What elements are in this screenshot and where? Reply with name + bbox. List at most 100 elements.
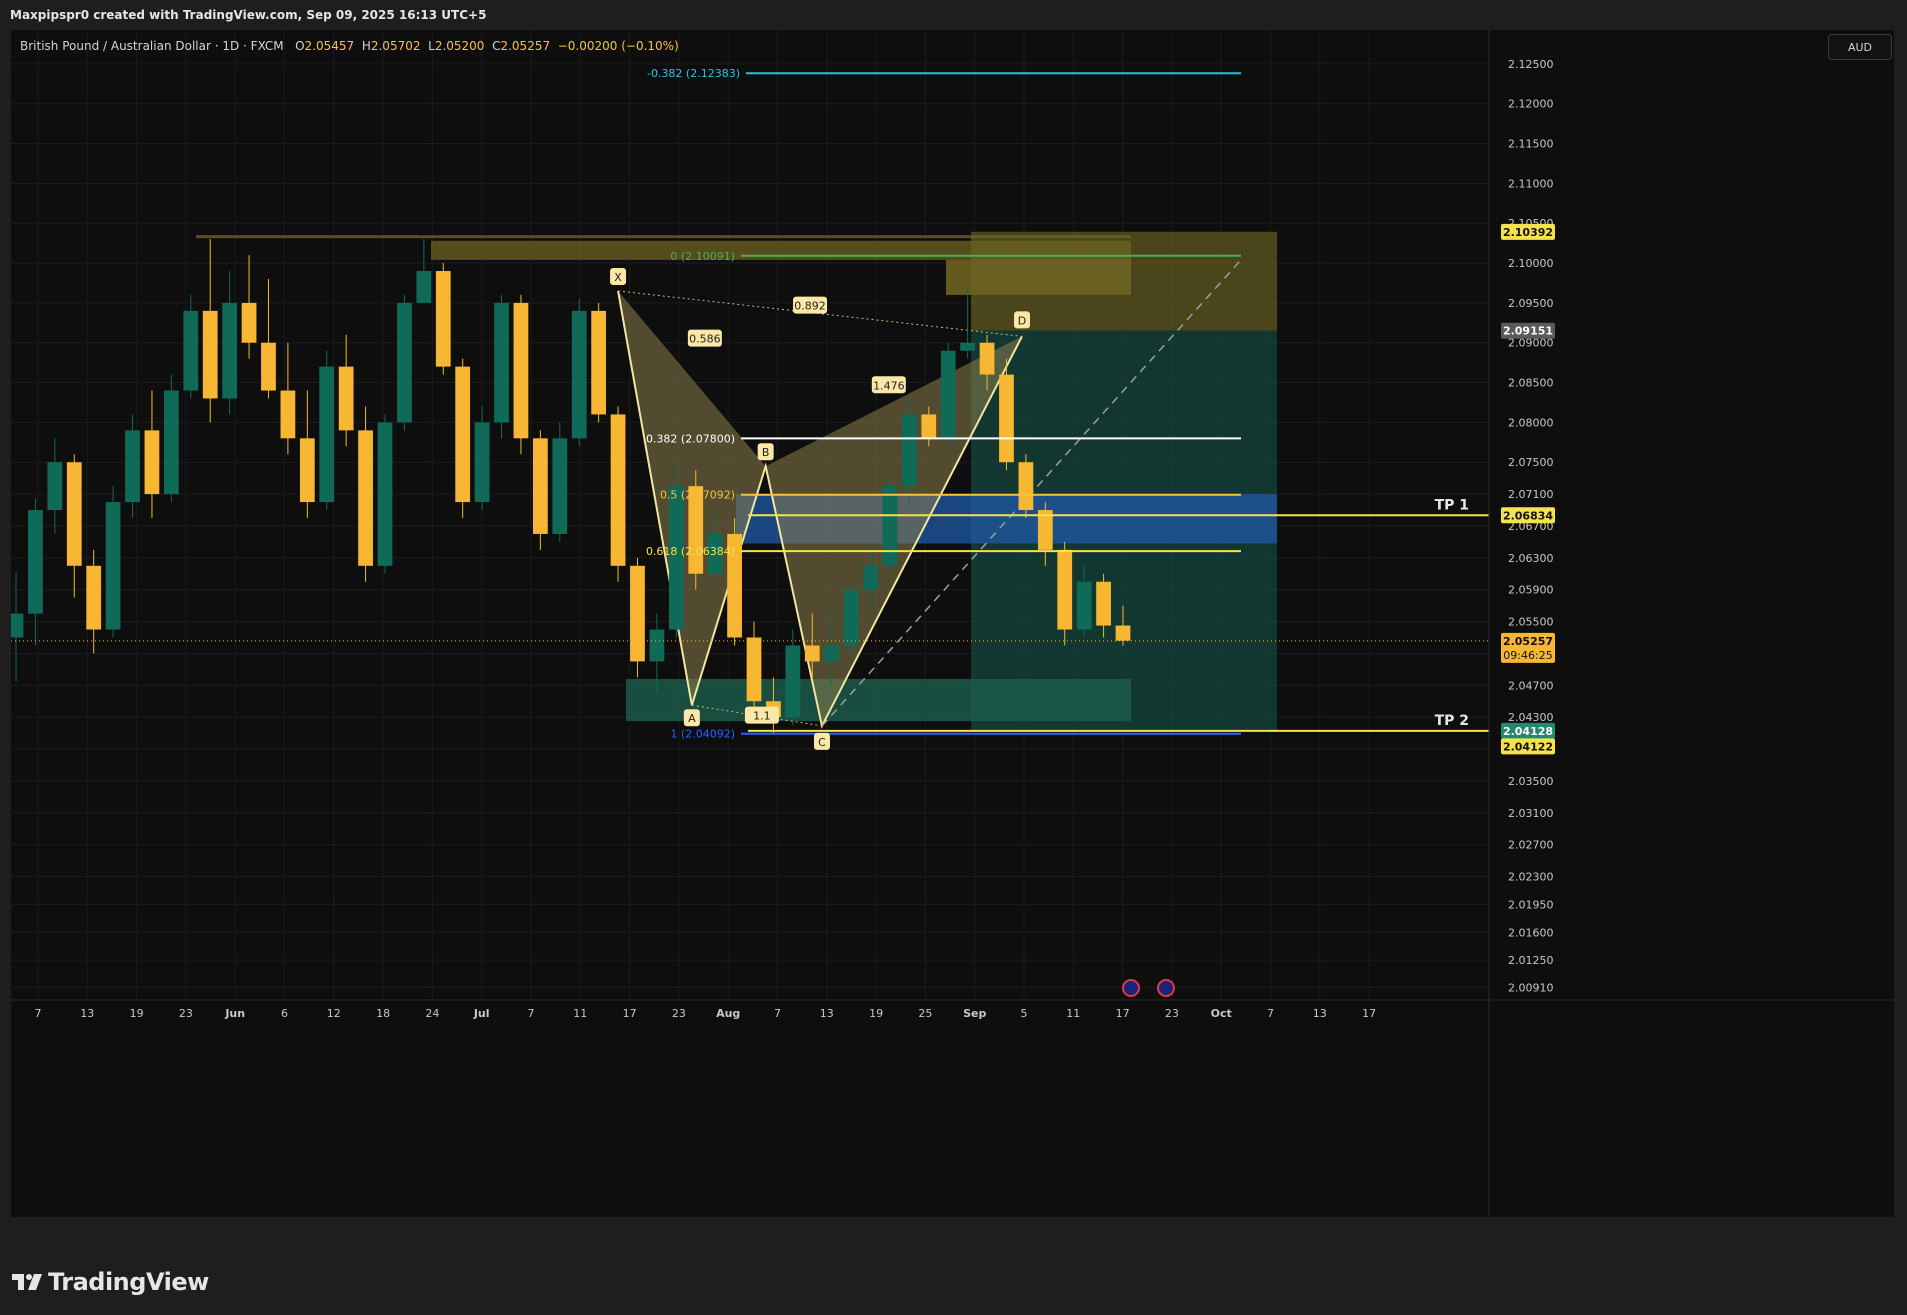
countdown-label: 09:46:25 xyxy=(1503,649,1552,662)
time-tick-label: 17 xyxy=(1116,1007,1130,1020)
candle-body xyxy=(377,422,393,566)
price-axis: 2.125002.120002.115002.110002.105002.100… xyxy=(1488,30,1555,1217)
pattern-ratio-label: 1.476 xyxy=(873,379,905,392)
time-tick-label: Aug xyxy=(716,1007,740,1020)
candle-body xyxy=(319,366,335,503)
symbol-description: British Pound / Australian Dollar · 1D ·… xyxy=(20,39,284,53)
change-value: −0.00200 (−0.10%) xyxy=(557,39,679,53)
time-tick-label: 13 xyxy=(820,1007,834,1020)
time-tick-label: Jun xyxy=(224,1007,245,1020)
candle-body xyxy=(358,430,373,566)
candle-body xyxy=(1018,462,1034,511)
candle-body xyxy=(746,637,762,702)
price-tick-label: 2.10000 xyxy=(1508,257,1554,270)
candle-body xyxy=(863,565,878,590)
take-profit-label: TP 2 xyxy=(1435,713,1469,729)
price-tick-label: 2.12500 xyxy=(1508,58,1554,71)
event-flag-au-icon xyxy=(1122,979,1140,997)
candle-body xyxy=(824,645,840,662)
price-tick-label: 2.04300 xyxy=(1508,711,1554,724)
price-tick-label: 2.03100 xyxy=(1508,807,1554,820)
price-tick-label: 2.05900 xyxy=(1508,584,1554,597)
price-tick-label: 2.00910 xyxy=(1508,981,1554,994)
candles xyxy=(8,239,1131,734)
price-tick-label: 2.03500 xyxy=(1508,775,1554,788)
fib-label: 1 (2.04092) xyxy=(670,728,735,741)
candle-body xyxy=(901,414,917,487)
price-tick-label: 2.11000 xyxy=(1508,177,1554,190)
price-marker-label: 2.10392 xyxy=(1503,226,1553,239)
candle-body xyxy=(552,438,568,534)
pattern-point-label: A xyxy=(688,712,696,725)
price-tick-label: 2.05500 xyxy=(1508,616,1554,629)
last-price-label: 2.05257 xyxy=(1503,635,1553,648)
candle-body xyxy=(241,302,257,343)
pattern-point-label: X xyxy=(614,271,622,284)
time-tick-label: Sep xyxy=(963,1007,986,1020)
time-axis: 7 13 19 23 Jun 6 12 18 24 Jul 7 11 17 23 Aug 7 13 19 25 Sep… xyxy=(11,999,1894,1020)
time-tick-label: 7 xyxy=(528,1007,535,1020)
price-chart[interactable]: -0.382 (2.12383) 0 (2.10091) 0.382 (2.0780… xyxy=(8,30,1894,1217)
fib-label: 0 (2.10091) xyxy=(670,250,735,263)
candle-body xyxy=(999,374,1014,463)
fib-label: 0.382 (2.07800) xyxy=(646,432,735,445)
candle-body xyxy=(105,502,121,630)
price-tick-label: 2.01250 xyxy=(1508,954,1554,967)
time-tick-label: 24 xyxy=(425,1007,439,1020)
chart-area[interactable]: -0.382 (2.12383) 0 (2.10091) 0.382 (2.0780… xyxy=(8,30,1894,1217)
candle-body xyxy=(494,302,509,423)
price-tick-label: 2.01950 xyxy=(1508,898,1554,911)
currency-button[interactable]: AUD xyxy=(1828,34,1892,60)
candle-body xyxy=(940,350,956,439)
candle-body xyxy=(960,342,976,351)
candle-body xyxy=(280,390,296,439)
price-tick-label: 2.02700 xyxy=(1508,839,1554,852)
time-tick-label: 7 xyxy=(1267,1007,1274,1020)
pattern-ratio-label: 0.586 xyxy=(689,333,721,346)
candle-body xyxy=(979,342,995,375)
time-tick-label: 23 xyxy=(1165,1007,1179,1020)
close-value: 2.05257 xyxy=(500,39,551,53)
candle-body xyxy=(125,430,140,503)
time-tick-label: 7 xyxy=(774,1007,781,1020)
price-marker-label: 2.04128 xyxy=(1503,725,1553,738)
time-tick-label: 12 xyxy=(327,1007,341,1020)
high-label: H xyxy=(361,39,371,53)
candle-body xyxy=(474,422,490,503)
candle-body xyxy=(591,310,607,415)
candle-body xyxy=(338,366,354,431)
candle-body xyxy=(66,462,82,566)
fib-label: 0.618 (2.06384) xyxy=(646,545,735,558)
candle-body xyxy=(163,390,179,495)
candle-body xyxy=(1057,549,1073,630)
candle-body xyxy=(299,438,315,503)
price-tick-label: 2.09500 xyxy=(1508,297,1554,310)
brand-name: TradingView xyxy=(48,1268,209,1296)
candle-body xyxy=(222,302,238,399)
time-tick-label: 19 xyxy=(869,1007,883,1020)
pattern-ratio-label: 1.1 xyxy=(753,710,771,723)
price-tick-label: 2.04700 xyxy=(1508,679,1554,692)
price-tick-label: 2.08000 xyxy=(1508,416,1554,429)
high-value: 2.05702 xyxy=(370,39,421,53)
time-tick-label: Jul xyxy=(473,1007,490,1020)
symbol-legend: British Pound / Australian Dollar · 1D ·… xyxy=(20,39,679,53)
price-marker-label: 2.04122 xyxy=(1503,740,1553,753)
price-tick-label: 2.02300 xyxy=(1508,871,1554,884)
fib-label: 0.5 (2.07092) xyxy=(660,489,735,502)
candle-body xyxy=(921,414,937,439)
time-tick-label: 11 xyxy=(1066,1007,1080,1020)
candle-body xyxy=(843,589,859,646)
candle-body xyxy=(1096,581,1111,626)
pattern-point-label: C xyxy=(818,736,826,749)
candle-body xyxy=(513,302,529,439)
tradingview-logo-icon xyxy=(12,1274,42,1290)
demand-zone xyxy=(626,678,1131,722)
candle-body xyxy=(47,462,63,511)
time-tick-label: 6 xyxy=(281,1007,288,1020)
pattern-ratio-label: 0.892 xyxy=(794,300,826,313)
candle-body xyxy=(630,565,645,662)
candle-body xyxy=(455,366,471,503)
candle-body xyxy=(261,342,276,391)
time-tick-label: 17 xyxy=(1362,1007,1376,1020)
